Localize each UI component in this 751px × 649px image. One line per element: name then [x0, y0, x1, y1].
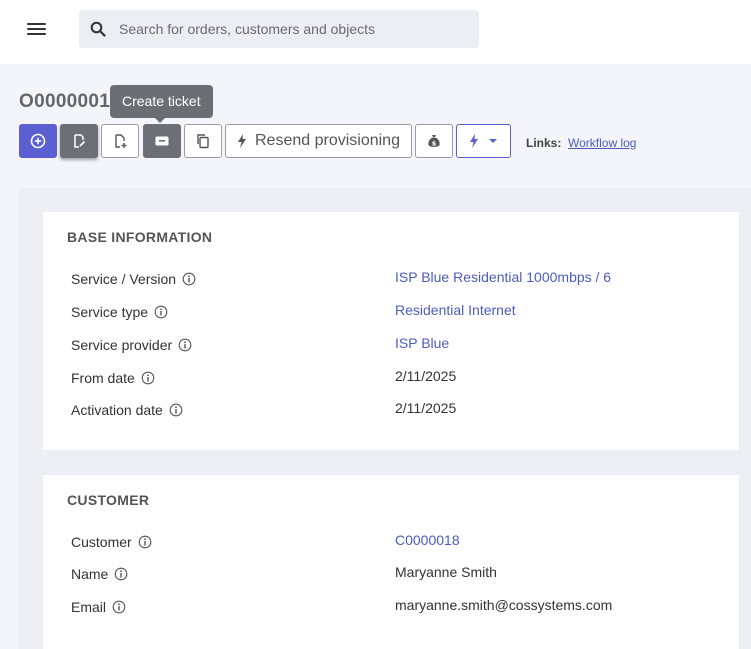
field-label-text: From date	[71, 370, 135, 386]
page-title: O0000001	[19, 91, 111, 112]
info-icon[interactable]	[114, 567, 128, 581]
field-label: Service type	[71, 304, 168, 320]
svg-text:$: $	[432, 139, 437, 147]
search-input[interactable]	[119, 10, 469, 48]
customer-link[interactable]: C0000018	[395, 532, 460, 548]
chevron-down-icon	[489, 139, 497, 143]
field-label-text: Name	[71, 566, 109, 582]
section-title: CUSTOMER	[67, 492, 150, 508]
field-label: Email	[71, 599, 126, 615]
service-provider-link[interactable]: ISP Blue	[395, 335, 449, 351]
resend-provisioning-label: Resend provisioning	[255, 132, 400, 149]
info-icon[interactable]	[182, 272, 196, 286]
field-label: Service provider	[71, 337, 192, 353]
plus-circle-icon	[30, 133, 46, 149]
info-icon[interactable]	[141, 371, 155, 385]
edit-document-icon	[74, 134, 86, 148]
document-add-icon	[115, 134, 127, 148]
info-icon[interactable]	[138, 535, 152, 549]
copy-button[interactable]	[184, 124, 222, 158]
field-label: Name	[71, 566, 128, 582]
tooltip: Create ticket	[110, 85, 213, 123]
activation-date-value: 2/11/2025	[395, 400, 457, 416]
field-label: Activation date	[71, 402, 183, 418]
actions-dropdown-button[interactable]	[456, 124, 511, 158]
ticket-icon	[155, 136, 169, 146]
top-bar	[0, 0, 751, 64]
add-document-button[interactable]	[101, 124, 139, 158]
section-title: BASE INFORMATION	[67, 229, 213, 245]
billing-button[interactable]: $	[415, 124, 453, 158]
field-label-text: Email	[71, 599, 107, 615]
field-label-text: Service provider	[71, 337, 173, 353]
info-icon[interactable]	[112, 600, 126, 614]
menu-icon[interactable]	[25, 20, 49, 38]
base-information-card: BASE INFORMATION Service / Version ISP B…	[43, 212, 739, 450]
info-icon[interactable]	[154, 305, 168, 319]
money-bag-icon: $	[428, 135, 440, 147]
main-content: BASE INFORMATION Service / Version ISP B…	[19, 188, 751, 649]
page-header: O0000001 Create ticket Resend provisioni…	[0, 64, 751, 176]
customer-email-value: maryanne.smith@cossystems.com	[395, 597, 613, 613]
create-ticket-button[interactable]	[143, 124, 181, 158]
field-label: From date	[71, 370, 155, 386]
search-icon	[90, 21, 106, 37]
lightning-icon	[470, 134, 478, 148]
edit-button[interactable]	[60, 124, 98, 158]
workflow-log-link[interactable]: Workflow log	[568, 136, 636, 150]
links-label: Links:	[526, 136, 562, 150]
search-box[interactable]	[79, 10, 479, 48]
field-label: Service / Version	[71, 271, 196, 287]
copy-icon	[197, 134, 209, 149]
field-label-text: Customer	[71, 534, 132, 550]
add-button[interactable]	[19, 124, 57, 158]
service-version-link[interactable]: ISP Blue Residential 1000mbps / 6	[395, 269, 611, 285]
field-label-text: Service type	[71, 304, 149, 320]
customer-name-value: Maryanne Smith	[395, 564, 497, 580]
customer-card: CUSTOMER Customer C0000018 Name Maryanne…	[43, 475, 739, 649]
field-label: Customer	[71, 534, 152, 550]
field-label-text: Service / Version	[71, 271, 177, 287]
service-type-link[interactable]: Residential Internet	[395, 302, 516, 318]
from-date-value: 2/11/2025	[395, 368, 457, 384]
field-label-text: Activation date	[71, 402, 163, 418]
lightning-icon	[238, 134, 246, 148]
info-icon[interactable]	[169, 403, 183, 417]
info-icon[interactable]	[178, 338, 192, 352]
resend-provisioning-button[interactable]: Resend provisioning	[225, 124, 412, 158]
